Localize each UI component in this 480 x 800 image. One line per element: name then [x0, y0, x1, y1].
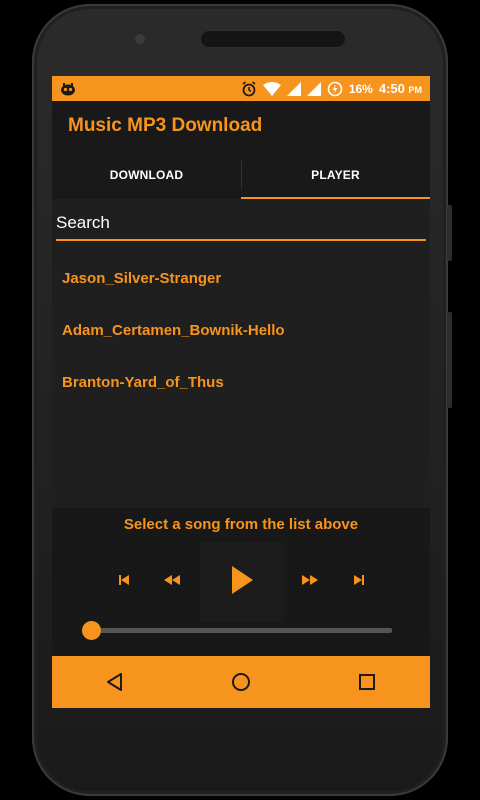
- skip-previous-button[interactable]: [112, 556, 136, 604]
- home-icon: [232, 673, 250, 691]
- list-item[interactable]: Branton-Yard_of_Thus: [52, 356, 430, 408]
- clock-time: 4:50: [378, 81, 405, 96]
- recents-button[interactable]: [304, 656, 430, 708]
- clock-ampm: PM: [408, 85, 423, 95]
- tab-bar: DOWNLOAD PLAYER: [52, 151, 430, 199]
- player-panel: Select a song from the list above: [52, 508, 430, 656]
- data-saver-icon: [327, 81, 343, 96]
- power-button: [447, 312, 452, 408]
- wifi-icon: [262, 81, 281, 96]
- home-button[interactable]: [178, 656, 304, 708]
- battery-percent: 16%: [348, 81, 373, 96]
- skip-next-button[interactable]: [347, 556, 371, 604]
- fast-forward-button[interactable]: [296, 556, 324, 604]
- seek-track: [90, 628, 392, 633]
- earpiece-speaker: [200, 30, 346, 48]
- play-icon: [232, 566, 253, 594]
- play-button[interactable]: [222, 556, 262, 604]
- app-title: Music MP3 Download: [68, 115, 263, 136]
- search-input[interactable]: [56, 209, 426, 237]
- list-item[interactable]: Adam_Certamen_Bownik-Hello: [52, 304, 430, 356]
- recents-icon: [359, 674, 375, 690]
- search-field: [56, 209, 426, 241]
- app-bar: Music MP3 Download: [52, 101, 430, 151]
- tab-player[interactable]: PLAYER: [241, 151, 430, 199]
- seek-thumb[interactable]: [82, 621, 101, 640]
- player-hint: Select a song from the list above: [123, 516, 359, 533]
- status-bar: 16% 4:50 PM: [52, 76, 430, 101]
- list-item[interactable]: Jason_Silver-Stranger: [52, 252, 430, 304]
- skip-next-icon: [354, 575, 364, 585]
- alarm-icon: [242, 80, 256, 96]
- song-list: Jason_Silver-Stranger Adam_Certamen_Bown…: [52, 252, 430, 408]
- back-button[interactable]: [52, 656, 178, 708]
- clock: 4:50 PM: [379, 81, 422, 96]
- back-icon: [107, 673, 122, 691]
- seek-bar[interactable]: [82, 621, 392, 641]
- notification-app-icon: [61, 82, 75, 95]
- rewind-icon: [164, 575, 180, 585]
- navigation-bar: [52, 656, 430, 708]
- screen: 16% 4:50 PM Music MP3 Download DOWNLOAD …: [52, 76, 430, 708]
- signal-icon: [286, 81, 301, 96]
- rewind-button[interactable]: [158, 556, 186, 604]
- front-camera: [135, 34, 145, 44]
- skip-previous-icon: [119, 575, 129, 585]
- tab-download[interactable]: DOWNLOAD: [52, 151, 241, 199]
- signal-icon: [306, 81, 321, 96]
- fast-forward-icon: [302, 575, 318, 585]
- volume-button: [447, 205, 452, 261]
